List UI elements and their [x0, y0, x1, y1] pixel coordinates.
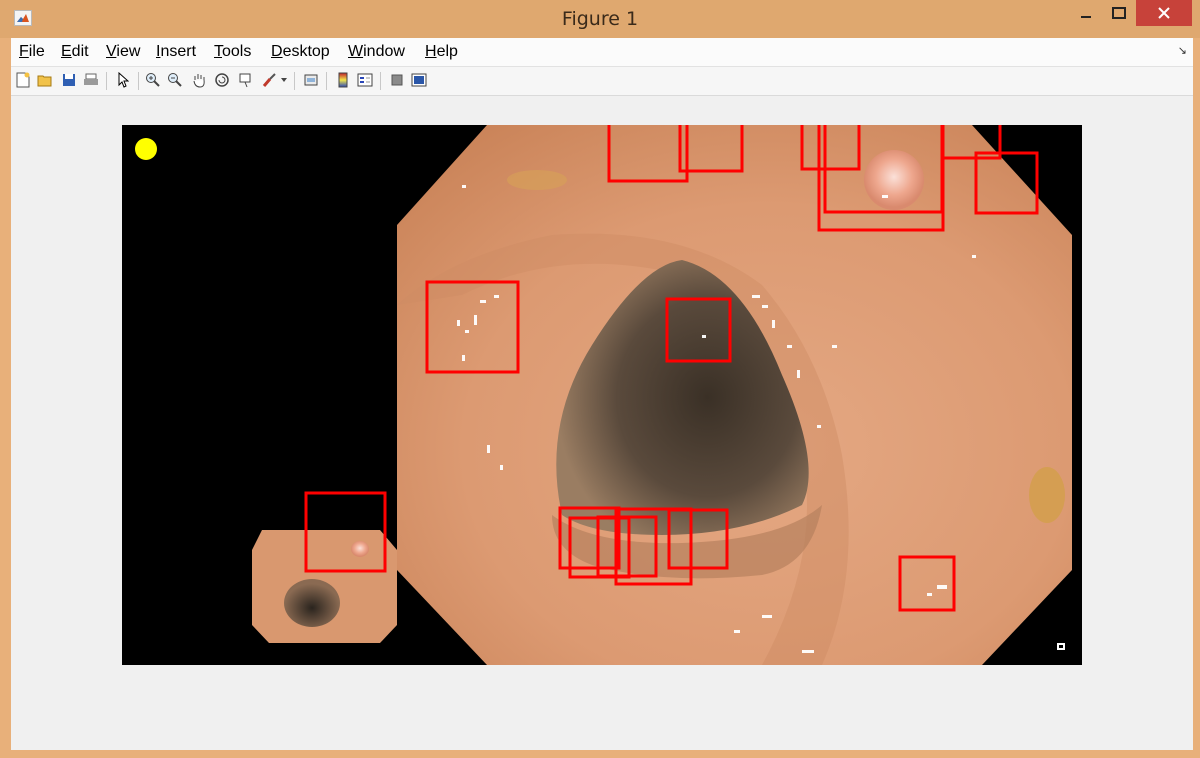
data-cursor-icon[interactable]	[237, 71, 255, 89]
edit-plot-arrow-icon[interactable]	[114, 71, 132, 89]
zoom-in-icon[interactable]	[144, 71, 162, 89]
menu-tools[interactable]: Tools	[214, 43, 251, 61]
show-plot-tools-icon[interactable]	[410, 71, 428, 89]
link-plot-icon[interactable]	[302, 71, 320, 89]
colorbar-icon[interactable]	[334, 71, 352, 89]
menu-file[interactable]: File	[19, 43, 45, 61]
polyp	[864, 150, 924, 210]
close-button[interactable]	[1136, 0, 1192, 26]
title-bar[interactable]: Figure 1	[0, 0, 1200, 38]
new-figure-icon[interactable]	[14, 71, 32, 89]
minimize-button[interactable]	[1070, 0, 1102, 26]
figure-window: Figure 1 File Edit View Insert Tools Des…	[0, 0, 1200, 758]
toolbar-separator	[294, 72, 295, 90]
toolbar-separator	[326, 72, 327, 90]
menu-bar: File Edit View Insert Tools Desktop Wind…	[11, 38, 1193, 67]
colonoscopy-image	[135, 125, 1072, 665]
menu-help[interactable]: Help	[425, 43, 458, 61]
pan-hand-icon[interactable]	[190, 71, 208, 89]
hide-plot-tools-icon[interactable]	[388, 71, 406, 89]
menu-view[interactable]: View	[106, 43, 140, 61]
rotate-3d-icon[interactable]	[213, 71, 231, 89]
open-file-icon[interactable]	[36, 71, 54, 89]
zoom-out-icon[interactable]	[166, 71, 184, 89]
menu-edit[interactable]: Edit	[61, 43, 89, 61]
data-tip-marker[interactable]	[1057, 643, 1065, 650]
menu-overflow-icon[interactable]: ↘	[1178, 44, 1187, 57]
menu-window[interactable]: Window	[348, 43, 405, 61]
figure-toolbar	[11, 67, 1193, 96]
toolbar-separator	[138, 72, 139, 90]
toolbar-separator	[106, 72, 107, 90]
figure-client-area: File Edit View Insert Tools Desktop Wind…	[11, 38, 1193, 750]
legend-icon[interactable]	[356, 71, 374, 89]
save-icon[interactable]	[60, 71, 78, 89]
menu-insert[interactable]: Insert	[156, 43, 196, 61]
image-axes[interactable]	[122, 125, 1082, 665]
print-icon[interactable]	[82, 71, 100, 89]
menu-desktop[interactable]: Desktop	[271, 43, 330, 61]
brush-dropdown-icon[interactable]	[279, 71, 289, 89]
toolbar-separator	[380, 72, 381, 90]
brush-icon[interactable]	[260, 71, 278, 89]
window-title: Figure 1	[561, 8, 639, 30]
maximize-button[interactable]	[1102, 0, 1136, 26]
yellow-marker	[135, 138, 157, 160]
